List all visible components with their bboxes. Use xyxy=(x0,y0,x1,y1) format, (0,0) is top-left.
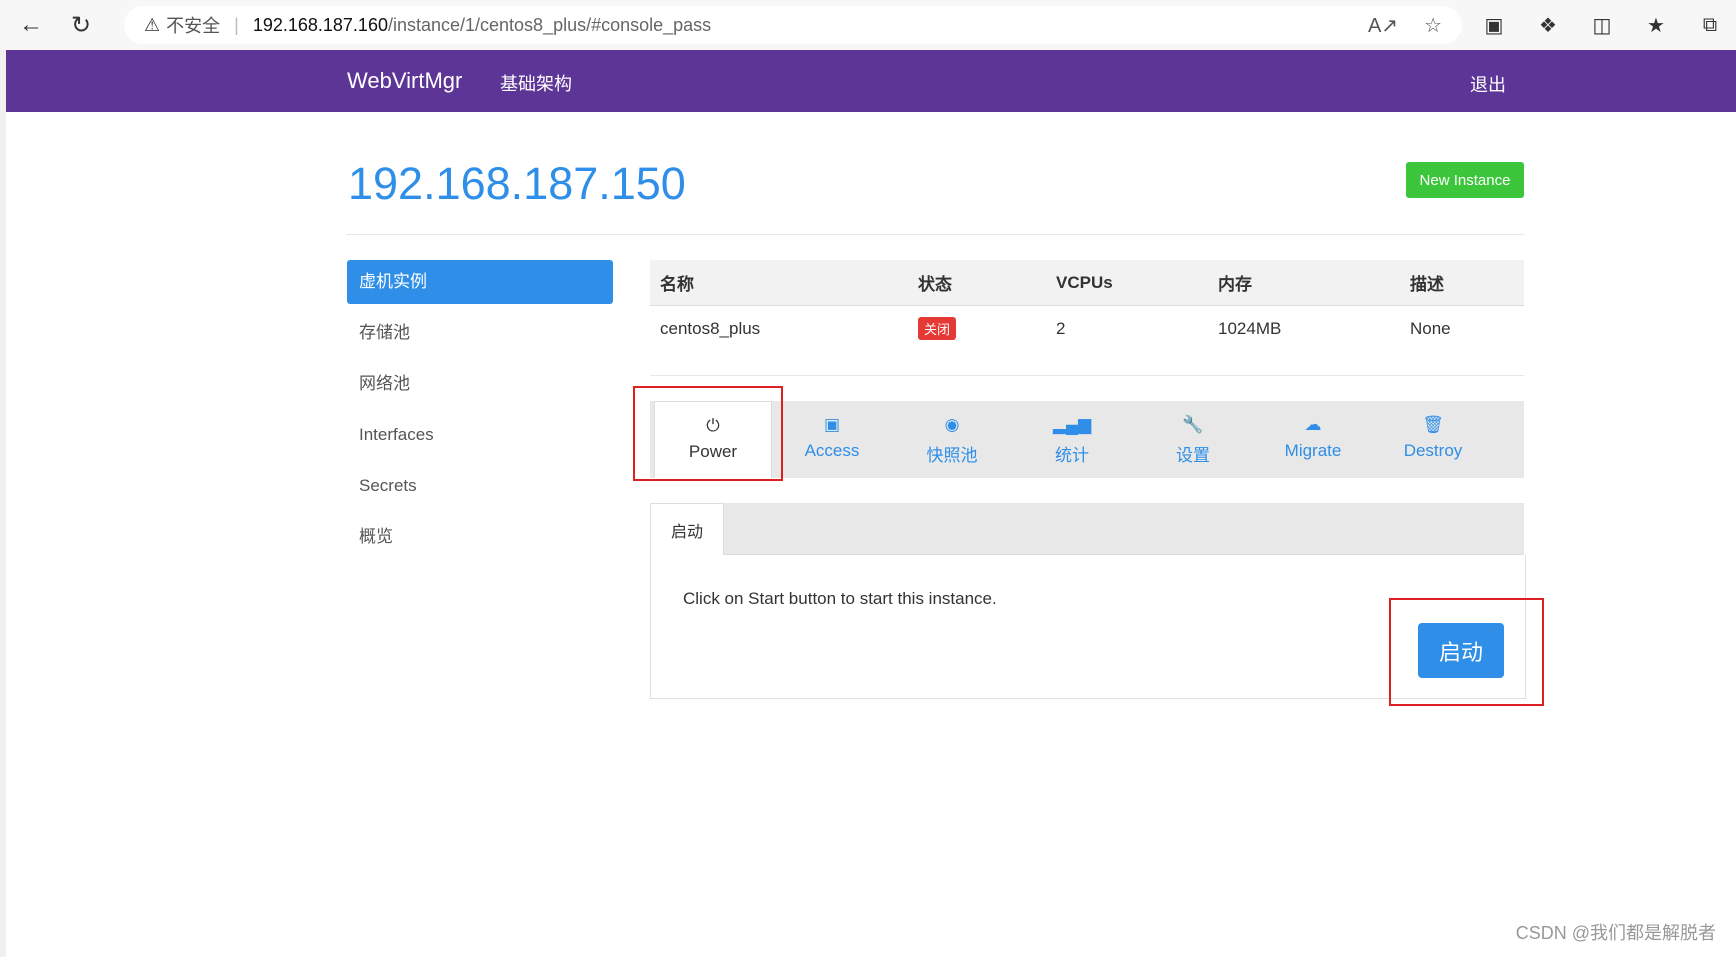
address-bar[interactable]: ⚠ 不安全 | 192.168.187.160/instance/1/cento… xyxy=(124,6,1462,44)
new-instance-button[interactable]: New Instance xyxy=(1406,162,1524,198)
extension-icon[interactable]: ▣ xyxy=(1478,13,1510,38)
instance-name: centos8_plus xyxy=(660,318,761,338)
cloud-upload-icon: ☁ xyxy=(1304,415,1322,434)
instance-vcpus: 2 xyxy=(1056,318,1066,338)
col-memory: 内存 xyxy=(1208,260,1400,306)
page-edge xyxy=(0,50,6,957)
security-label: 不安全 xyxy=(166,16,221,36)
app-navbar: WebVirtMgr 基础架构 退出 xyxy=(6,50,1736,112)
tab-migrate[interactable]: ☁ Migrate xyxy=(1253,401,1373,478)
sidebar-item-interfaces[interactable]: Interfaces xyxy=(347,413,613,457)
power-subtabs: 启动 xyxy=(650,503,1524,555)
favorite-star-icon[interactable]: ☆ xyxy=(1424,13,1442,38)
instance-memory: 1024MB xyxy=(1218,318,1282,338)
collections-icon[interactable]: ⧉ xyxy=(1694,14,1726,37)
col-vcpus: VCPUs xyxy=(1046,260,1208,306)
sidebar-item-overview[interactable]: 概览 xyxy=(347,515,613,559)
highlight-box xyxy=(1389,598,1544,706)
tab-destroy[interactable]: 🗑 Destroy xyxy=(1373,401,1493,478)
wrench-icon: 🔧 xyxy=(1182,415,1204,434)
table-header-row: 名称 状态 VCPUs 内存 描述 xyxy=(650,260,1524,306)
instance-description: None xyxy=(1410,318,1451,338)
refresh-icon[interactable]: ↻ xyxy=(66,10,96,40)
brand-link[interactable]: WebVirtMgr xyxy=(347,68,462,94)
split-screen-icon[interactable]: ◫ xyxy=(1586,13,1618,38)
read-aloud-icon[interactable]: A↗ xyxy=(1368,13,1398,38)
col-status: 状态 xyxy=(908,260,1046,306)
watermark: CSDN @我们都是解脱者 xyxy=(1515,923,1716,943)
briefcase-icon: ▣ xyxy=(823,415,841,434)
divider xyxy=(346,234,1524,235)
camera-icon: ◉ xyxy=(944,415,960,434)
status-cell: 关闭 xyxy=(908,306,1046,352)
page-title: 192.168.187.150 xyxy=(348,158,686,209)
warning-icon: ⚠ xyxy=(144,14,161,35)
tab-access[interactable]: ▣ Access xyxy=(772,401,892,478)
browser-toolbar: ← ↻ ⚠ 不安全 | 192.168.187.160/instance/1/c… xyxy=(0,0,1736,50)
favorites-icon[interactable]: ★ xyxy=(1640,13,1672,38)
tab-settings[interactable]: 🔧 设置 xyxy=(1133,401,1253,478)
status-badge: 关闭 xyxy=(918,317,957,340)
sidebar: 虚机实例 存储池 网络池 Interfaces Secrets 概览 xyxy=(347,260,613,566)
url-text: 192.168.187.160/instance/1/centos8_plus/… xyxy=(252,14,712,35)
sidebar-item-networks[interactable]: 网络池 xyxy=(347,362,613,406)
sidebar-item-storage[interactable]: 存储池 xyxy=(347,311,613,355)
tab-snapshots[interactable]: ◉ 快照池 xyxy=(892,401,1012,478)
power-message: Click on Start button to start this inst… xyxy=(683,589,997,608)
nav-infrastructure[interactable]: 基础架构 xyxy=(500,70,572,96)
highlight-box xyxy=(633,386,783,481)
instance-table: 名称 状态 VCPUs 内存 描述 centos8_plus 关闭 2 1024… xyxy=(650,260,1524,351)
table-row: centos8_plus 关闭 2 1024MB None xyxy=(650,306,1524,352)
back-icon[interactable]: ← xyxy=(16,10,46,40)
address-divider: | xyxy=(234,14,239,35)
puzzle-icon[interactable]: ❖ xyxy=(1532,13,1564,38)
col-description: 描述 xyxy=(1400,260,1524,306)
divider xyxy=(650,375,1524,376)
signal-icon: ▂▄▆ xyxy=(1052,415,1092,434)
tab-stats[interactable]: ▂▄▆ 统计 xyxy=(1012,401,1132,478)
trash-icon: 🗑 xyxy=(1422,415,1444,434)
sidebar-item-secrets[interactable]: Secrets xyxy=(347,464,613,508)
col-name: 名称 xyxy=(650,260,908,306)
subtab-start[interactable]: 启动 xyxy=(650,503,724,555)
logout-link[interactable]: 退出 xyxy=(1470,71,1506,97)
sidebar-item-instances[interactable]: 虚机实例 xyxy=(347,260,613,304)
